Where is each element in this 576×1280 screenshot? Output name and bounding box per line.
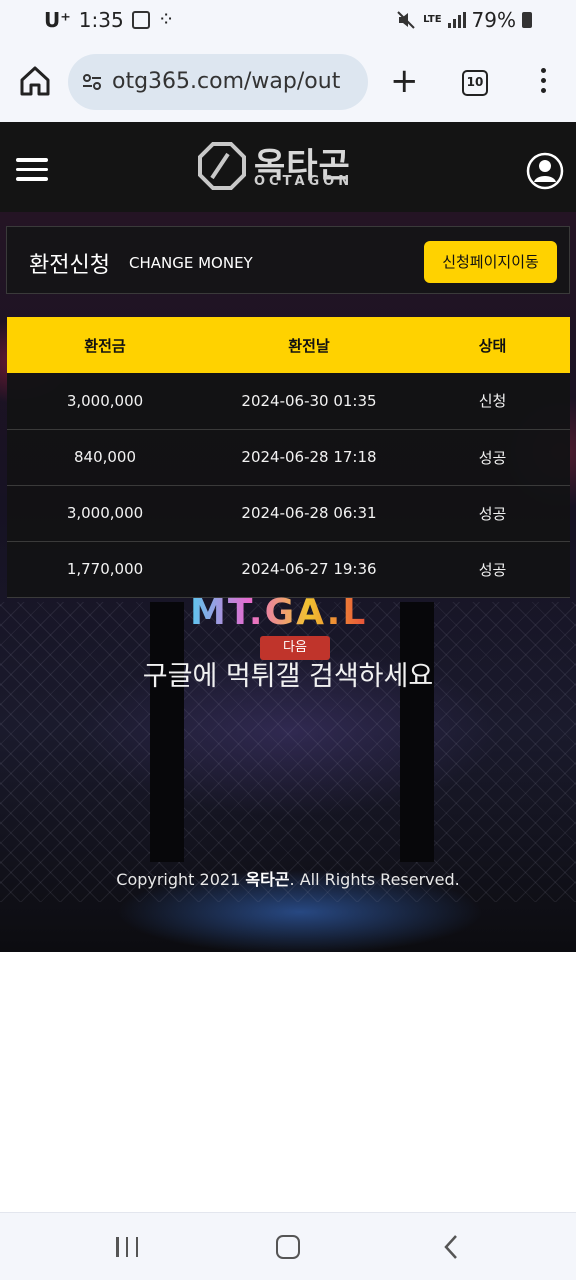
cell-date: 2024-06-30 01:35 xyxy=(203,373,415,430)
logo-english: OCTAGON xyxy=(254,174,354,189)
watermark-text: 구글에 먹튀갤 검색하세요 xyxy=(142,661,434,692)
home-button-icon[interactable] xyxy=(276,1235,300,1259)
screenshot-notification-icon xyxy=(131,11,150,29)
header-status: 상태 xyxy=(415,317,570,373)
address-bar[interactable]: otg365.com/wap/out xyxy=(68,54,368,110)
battery-percent: 79% xyxy=(471,8,516,32)
mute-icon xyxy=(397,11,415,29)
back-icon[interactable] xyxy=(441,1233,461,1261)
cell-status: 성공 xyxy=(415,429,570,486)
table-row: 840,000 2024-06-28 17:18 성공 xyxy=(7,429,570,486)
browser-toolbar: otg365.com/wap/out + 10 xyxy=(0,44,576,122)
recent-apps-icon[interactable] xyxy=(116,1237,138,1257)
table-header-row: 환전금 환전날 상태 xyxy=(7,317,570,373)
site-logo[interactable]: 옥타곤 OCTAGON xyxy=(198,140,382,194)
web-content: 옥타곤 OCTAGON 환전신청 CHANGE MONEY 신청페이지이동 환전… xyxy=(0,122,576,952)
cell-date: 2024-06-28 06:31 xyxy=(203,485,415,542)
change-money-panel: 환전신청 CHANGE MONEY 신청페이지이동 xyxy=(6,226,570,294)
watermark-logo: MT.GA.L xyxy=(190,592,368,633)
status-left: U⁺ 1:35 xyxy=(44,7,176,32)
copyright-suffix: . All Rights Reserved. xyxy=(289,870,460,889)
panel-title-korean: 환전신청 xyxy=(29,253,110,278)
octagon-logo-icon xyxy=(198,142,246,190)
more-menu-icon[interactable] xyxy=(533,68,553,98)
clock: 1:35 xyxy=(78,8,124,32)
cell-amount: 3,000,000 xyxy=(7,485,203,542)
cell-status: 성공 xyxy=(415,541,570,598)
system-navigation-bar xyxy=(0,1212,576,1280)
app-notification-icon xyxy=(158,7,176,31)
panel-title-english: CHANGE MONEY xyxy=(129,254,253,272)
network-type: LTE xyxy=(423,14,442,25)
tab-switcher-button[interactable]: 10 xyxy=(462,70,488,96)
hamburger-menu-icon[interactable] xyxy=(16,158,48,181)
table-row: 1,770,000 2024-06-27 19:36 성공 xyxy=(7,541,570,598)
header-amount: 환전금 xyxy=(7,317,203,373)
copyright-brand: 옥타곤 xyxy=(245,870,290,889)
table-row: 3,000,000 2024-06-30 01:35 신청 xyxy=(7,373,570,430)
cell-amount: 3,000,000 xyxy=(7,373,203,430)
site-settings-icon[interactable] xyxy=(82,72,102,92)
carrier-label: U⁺ xyxy=(44,8,71,32)
site-header: 옥타곤 OCTAGON xyxy=(0,122,576,212)
cell-date: 2024-06-27 19:36 xyxy=(203,541,415,598)
table-row: 3,000,000 2024-06-28 06:31 성공 xyxy=(7,485,570,542)
go-to-request-page-button[interactable]: 신청페이지이동 xyxy=(424,241,557,283)
url-text: otg365.com/wap/out xyxy=(112,69,341,94)
copyright-text: Copyright 2021 옥타곤. All Rights Reserved. xyxy=(0,866,576,890)
header-date: 환전날 xyxy=(203,317,415,373)
signal-icon xyxy=(447,12,466,28)
status-right: LTE 79% xyxy=(397,8,532,32)
cell-status: 신청 xyxy=(415,373,570,430)
cell-amount: 1,770,000 xyxy=(7,541,203,598)
battery-icon xyxy=(522,12,532,28)
new-tab-icon[interactable]: + xyxy=(390,64,419,98)
user-account-icon[interactable] xyxy=(526,152,564,190)
cell-amount: 840,000 xyxy=(7,429,203,486)
home-icon[interactable] xyxy=(18,64,52,98)
cell-date: 2024-06-28 17:18 xyxy=(203,429,415,486)
exchange-history-table: 환전금 환전날 상태 3,000,000 2024-06-30 01:35 신청… xyxy=(7,317,570,598)
cell-status: 성공 xyxy=(415,485,570,542)
watermark-overlay: MT.GA.L 다음 구글에 먹튀갤 검색하세요 xyxy=(0,592,576,702)
copyright-prefix: Copyright 2021 xyxy=(116,870,246,889)
status-bar: U⁺ 1:35 LTE 79% xyxy=(0,0,576,44)
